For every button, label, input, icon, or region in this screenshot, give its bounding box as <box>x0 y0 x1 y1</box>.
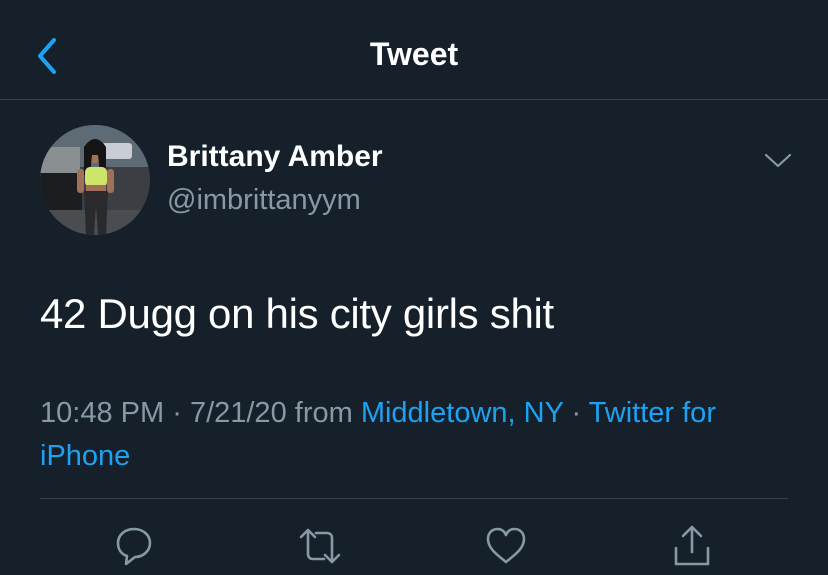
page-title: Tweet <box>369 36 459 72</box>
meta-separator: · <box>172 397 182 429</box>
divider <box>40 498 788 499</box>
tweet-date: 7/21/20 <box>189 397 287 429</box>
share-icon <box>674 525 710 566</box>
retweet-button[interactable] <box>296 522 344 570</box>
like-button[interactable] <box>482 522 530 570</box>
tweet-options-button[interactable] <box>762 145 794 177</box>
chevron-down-icon <box>764 153 792 168</box>
author-name[interactable]: Brittany Amber <box>167 140 383 174</box>
reply-button[interactable] <box>110 522 158 570</box>
retweet-icon <box>299 528 341 564</box>
author-handle[interactable]: @imbrittanyym <box>167 184 361 217</box>
avatar[interactable] <box>40 125 150 235</box>
tweet-meta: 10:48 PM · 7/21/20 from Middletown, NY ·… <box>40 392 800 478</box>
tweet-text: 42 Dugg on his city girls shit <box>40 290 554 337</box>
navigation-bar: Tweet <box>0 0 828 100</box>
share-button[interactable] <box>668 522 716 570</box>
meta-separator: · <box>571 397 582 429</box>
location-link[interactable]: Middletown, NY <box>361 397 564 429</box>
tweet-time: 10:48 PM <box>40 397 165 429</box>
from-label: from <box>294 397 353 429</box>
like-icon <box>486 527 526 564</box>
avatar-photo <box>40 125 150 235</box>
reply-icon <box>116 527 152 566</box>
tweet-actions <box>0 518 828 571</box>
